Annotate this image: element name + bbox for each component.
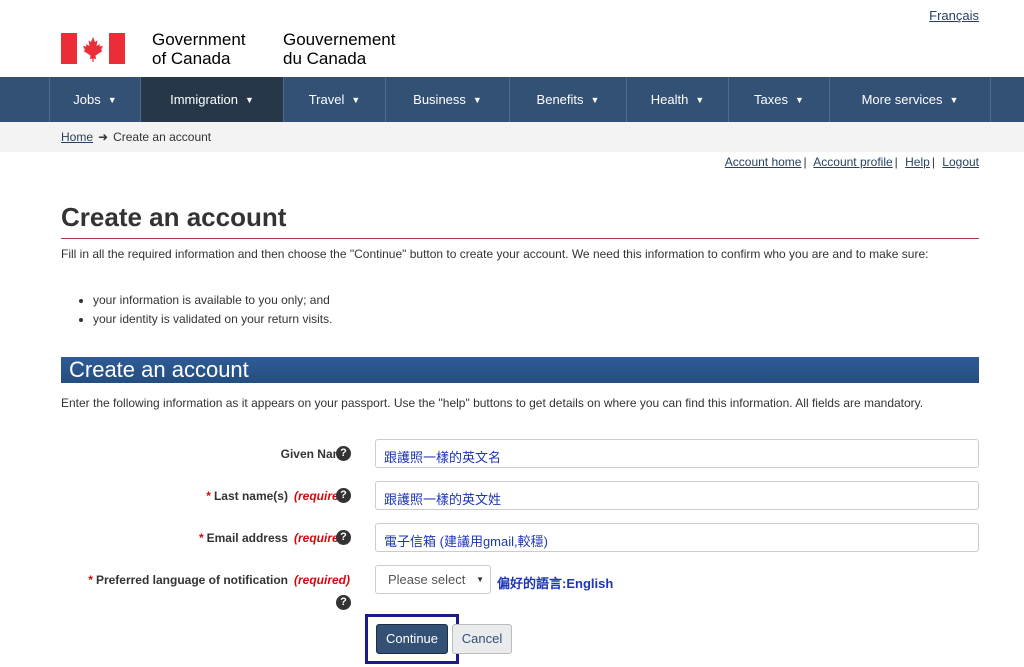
government-of-canada-wordmark-en: Government of Canada: [152, 30, 246, 68]
required-marker: *: [198, 531, 204, 545]
cancel-button[interactable]: Cancel: [452, 624, 512, 654]
section-heading: Create an account: [61, 357, 979, 383]
account-home-link[interactable]: Account home: [725, 155, 802, 169]
link-separator: |: [894, 155, 898, 169]
francais-link[interactable]: Français: [929, 8, 979, 23]
nav-item-label: More services: [861, 92, 943, 107]
required-text: (required): [293, 573, 350, 587]
nav-item-jobs[interactable]: Jobs ▼: [49, 77, 140, 122]
help-link[interactable]: Help: [905, 155, 930, 169]
continue-button[interactable]: Continue: [376, 624, 448, 654]
arrow-right-icon: ➜: [98, 130, 109, 144]
given-name-field[interactable]: 跟護照一樣的英文名: [375, 439, 979, 468]
page-title: Create an account: [61, 202, 287, 232]
chevron-down-icon: ▼: [795, 95, 804, 105]
government-of-canada-wordmark-fr: Gouvernement du Canada: [283, 30, 395, 68]
chevron-down-icon: ▼: [351, 95, 361, 105]
account-links: Account home | Account profile | Help | Log…: [725, 155, 979, 169]
chevron-down-icon: ▼: [245, 95, 254, 105]
breadcrumb-current: Create an account: [113, 130, 212, 144]
help-icon[interactable]: ?: [336, 488, 351, 503]
gov-fr-line2: du Canada: [283, 49, 367, 68]
nav-item-health[interactable]: Health ▼: [626, 77, 728, 122]
required-marker: *: [206, 489, 211, 503]
chevron-down-icon: ▼: [472, 95, 482, 105]
language-annotation: 偏好的語言:English: [497, 576, 614, 591]
gov-en-line2: of Canada: [152, 49, 231, 68]
nav-item-label: Travel: [308, 92, 345, 107]
section-intro-text: Enter the following information as it ap…: [61, 396, 924, 410]
breadcrumb-home-link[interactable]: Home: [61, 130, 93, 144]
canada-flag-logo: [61, 33, 125, 64]
breadcrumb-bar: Home ➜ Create an account: [0, 122, 1024, 152]
link-separator: |: [803, 155, 807, 169]
email-label: * Email address (required): [199, 531, 350, 545]
nav-item-benefits[interactable]: Benefits ▼: [509, 77, 626, 122]
last-name-label: * Last name(s) (required): [206, 489, 350, 503]
link-separator: |: [931, 155, 935, 169]
nav-item-label: Business: [413, 92, 466, 107]
intro-text: Fill in all the required information and…: [61, 247, 929, 261]
main-nav-bar: Jobs ▼ Immigration ▼ Travel ▼ Business ▼ Ben…: [0, 77, 1024, 122]
language-label: * Preferred language of notification (requ…: [88, 573, 350, 587]
help-icon[interactable]: ?: [336, 530, 351, 545]
logout-link[interactable]: Logout: [942, 155, 979, 169]
last-name-label-text: Last name(s): [213, 489, 288, 503]
email-field[interactable]: 電子信箱 (建議用gmail,較穩): [375, 523, 979, 552]
chevron-down-icon: ▼: [949, 95, 959, 105]
title-divider: [61, 238, 979, 239]
last-name-field[interactable]: 跟護照一樣的英文姓: [375, 481, 979, 510]
nav-item-travel[interactable]: Travel ▼: [283, 77, 385, 122]
account-profile-link[interactable]: Account profile: [813, 155, 892, 169]
nav-item-label: Health: [650, 92, 689, 107]
breadcrumb: Home ➜ Create an account: [61, 130, 211, 144]
gov-en-line1: Government: [152, 30, 246, 49]
list-item: your identity is validated on your retur…: [93, 310, 332, 329]
nav-item-more-services[interactable]: More services ▼: [829, 77, 991, 122]
intro-bullet-list: your information is available to you onl…: [61, 291, 332, 329]
nav-item-label: Jobs: [73, 92, 101, 107]
nav-item-immigration[interactable]: Immigration ▼: [140, 77, 283, 122]
nav-item-label: Immigration: [170, 92, 238, 107]
help-icon[interactable]: ?: [336, 595, 351, 610]
list-item: your information is available to you onl…: [93, 291, 332, 310]
chevron-down-icon: ▼: [590, 95, 600, 105]
chevron-down-icon: ▼: [107, 95, 117, 105]
select-caret-icon: ▼: [476, 575, 484, 584]
nav-item-label: Taxes: [754, 92, 789, 107]
gov-fr-line1: Gouvernement: [283, 30, 396, 49]
email-label-text: Email address: [206, 531, 288, 545]
nav-item-label: Benefits: [536, 92, 584, 107]
language-label-text: Preferred language of notification: [95, 573, 288, 587]
nav-item-taxes[interactable]: Taxes ▼: [728, 77, 829, 122]
help-icon[interactable]: ?: [336, 446, 351, 461]
language-select-value: Please select: [388, 572, 466, 587]
required-marker: *: [88, 573, 93, 587]
language-select[interactable]: Please select ▼: [375, 565, 491, 594]
chevron-down-icon: ▼: [695, 95, 705, 105]
nav-item-business[interactable]: Business ▼: [385, 77, 509, 122]
